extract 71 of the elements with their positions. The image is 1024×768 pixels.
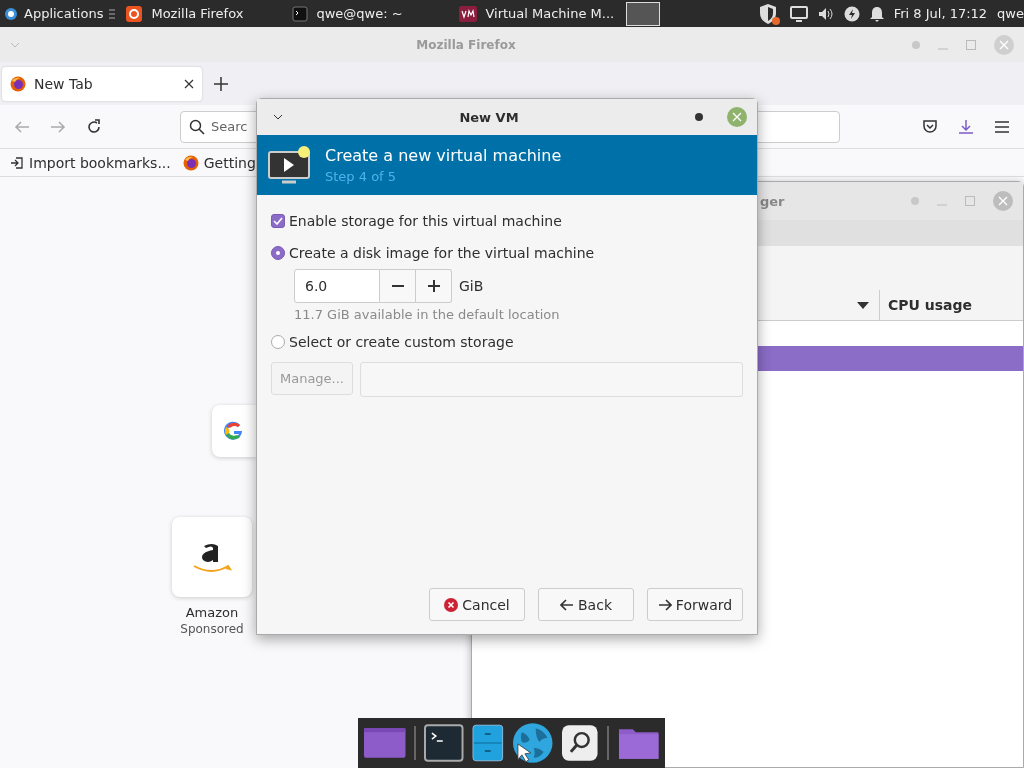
- clock[interactable]: Fri 8 Jul, 17:12: [893, 6, 988, 21]
- taskbar-button[interactable]: Virtual Machine M...: [453, 0, 621, 27]
- minus-icon: [391, 285, 404, 287]
- search-icon[interactable]: [561, 724, 599, 762]
- radio-label[interactable]: Create a disk image for the virtual machine: [289, 245, 595, 261]
- taskbar-button[interactable]: qwe@qwe: ~: [286, 0, 454, 27]
- power-icon[interactable]: [843, 5, 860, 22]
- firefox-icon: [10, 75, 26, 92]
- search-engine-tile[interactable]: [212, 405, 256, 457]
- grip-icon: [109, 7, 116, 20]
- unit-label: GiB: [459, 278, 484, 294]
- terminal-icon[interactable]: [424, 724, 464, 762]
- g-logo-icon: [224, 421, 244, 441]
- pocket-icon[interactable]: [922, 118, 938, 135]
- volume-icon[interactable]: [817, 6, 834, 21]
- dot-icon[interactable]: [695, 113, 703, 121]
- window-title: ger: [760, 193, 786, 209]
- cancel-button[interactable]: Cancel: [429, 588, 525, 621]
- increment-button[interactable]: [416, 269, 452, 303]
- arrow-left-icon: [560, 598, 574, 611]
- menu-icon[interactable]: [994, 119, 1010, 134]
- back-button[interactable]: Back: [538, 588, 634, 621]
- bookmark-link[interactable]: Import bookmarks...: [29, 154, 171, 171]
- search-icon: [189, 118, 205, 135]
- file-cabinet-icon[interactable]: [471, 724, 504, 762]
- user-name[interactable]: qwe: [997, 6, 1024, 21]
- taskbar-button[interactable]: Mozilla Firefox: [119, 0, 287, 27]
- download-icon[interactable]: [958, 118, 974, 135]
- sort-arrow-icon[interactable]: [857, 301, 869, 309]
- globe-icon[interactable]: [511, 722, 554, 764]
- radio-label[interactable]: Select or create custom storage: [289, 334, 514, 350]
- firefox-icon: [125, 4, 144, 23]
- terminal-icon: [292, 5, 309, 22]
- checkbox[interactable]: [271, 214, 285, 228]
- arrow-right-icon: [657, 598, 672, 611]
- dot-icon[interactable]: [912, 40, 920, 49]
- import-icon: [10, 155, 24, 170]
- available-space-text: 11.7 GiB available in the default location: [294, 307, 561, 322]
- firefox-icon: [182, 154, 199, 171]
- window-title: Mozilla Firefox: [415, 37, 517, 52]
- applications-menu[interactable]: Applications: [24, 6, 104, 21]
- monitor-play-icon: [267, 144, 313, 186]
- bell-icon[interactable]: [869, 5, 884, 22]
- window-icon[interactable]: [363, 726, 407, 760]
- dialog-title: New VM: [458, 109, 520, 125]
- monitor-icon[interactable]: [789, 5, 808, 22]
- shortcut-label: Amazon: [185, 605, 239, 620]
- radio-button[interactable]: [271, 335, 285, 349]
- wizard-heading: Create a new virtual machine: [325, 146, 562, 165]
- column-header[interactable]: CPU usage: [888, 297, 973, 313]
- reload-icon[interactable]: [86, 118, 102, 135]
- app-menu-icon[interactable]: [4, 6, 18, 21]
- shortcut-tile[interactable]: [172, 517, 252, 597]
- forward-button[interactable]: Forward: [647, 588, 743, 621]
- plus-icon[interactable]: [214, 76, 228, 91]
- cancel-icon: [444, 597, 459, 612]
- shield-icon[interactable]: [757, 2, 780, 25]
- plus-icon: [427, 280, 440, 292]
- storage-path-field[interactable]: [360, 362, 743, 397]
- checkbox-label[interactable]: Enable storage for this virtual machine: [289, 213, 562, 229]
- step-indicator: Step 4 of 5: [325, 169, 398, 184]
- radio-button[interactable]: [271, 246, 285, 260]
- dot-icon[interactable]: [911, 197, 919, 205]
- bookmark-link[interactable]: Getting: [203, 154, 256, 171]
- close-icon[interactable]: [184, 78, 194, 89]
- sponsored-label: Sponsored: [180, 622, 244, 636]
- browser-tab[interactable]: New Tab: [2, 66, 202, 101]
- chevron-icon[interactable]: [273, 114, 283, 120]
- workspace-thumbnail[interactable]: [626, 1, 661, 26]
- vm-icon: [459, 5, 478, 22]
- size-field[interactable]: 6.0: [294, 269, 380, 303]
